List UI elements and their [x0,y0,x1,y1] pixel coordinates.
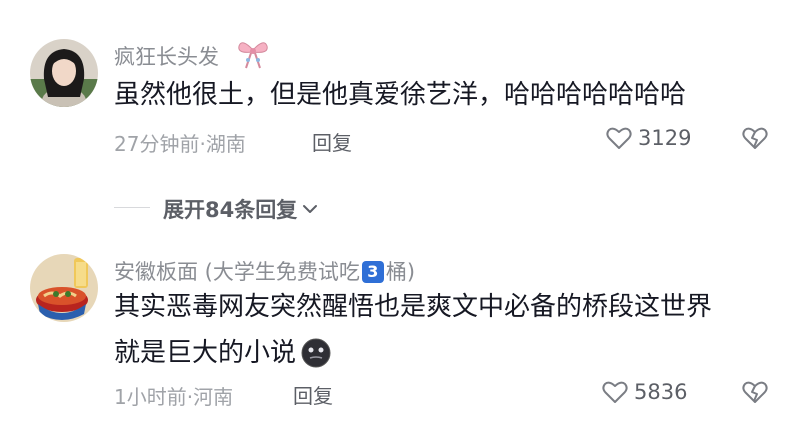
dislike-button[interactable] [742,126,768,154]
like-button[interactable]: 5836 [602,380,687,404]
comment-time: 27分钟前 [114,132,200,156]
comment-username[interactable]: 疯狂长头发 [114,41,219,71]
comment-location: 河南 [193,385,234,409]
comment-time: 1小时前 [114,385,187,409]
like-button[interactable]: 3129 [606,126,691,150]
broken-heart-icon [742,381,768,403]
bow-sticker-icon [236,38,270,74]
comment-location: 湖南 [205,132,246,156]
chevron-down-icon [303,205,318,213]
avatar[interactable] [30,39,98,107]
like-count: 3129 [638,126,692,150]
reply-button[interactable]: 回复 [293,380,333,409]
avatar[interactable] [30,254,98,322]
comment-meta: 27分钟前·湖南 [114,132,246,156]
expand-replies-button[interactable]: 展开84条回复 [163,194,319,224]
comment-meta: 1小时前·河南 [114,385,234,409]
like-count: 5836 [634,380,688,404]
heart-icon [606,127,632,149]
keycap-three-icon: 3 [361,261,384,283]
reply-button[interactable]: 回复 [312,127,352,156]
heart-icon [602,381,628,403]
expand-divider [114,207,150,208]
comment-text: 虽然他很土，但是他真爱徐艺洋，哈哈哈哈哈哈哈 [114,80,687,110]
dark-face-emoji-icon [301,338,331,368]
comment-text: 其实恶毒网友突然醒悟也是爽文中必备的桥段这世界 就是巨大的小说 [114,292,713,368]
broken-heart-icon [742,127,768,149]
avatar-girl-photo-icon [30,39,98,107]
comment-username[interactable]: 安徽板面 (大学生免费试吃 3 桶) [114,256,415,286]
dislike-button[interactable] [742,380,768,408]
avatar-noodle-bowl-icon [30,254,98,322]
